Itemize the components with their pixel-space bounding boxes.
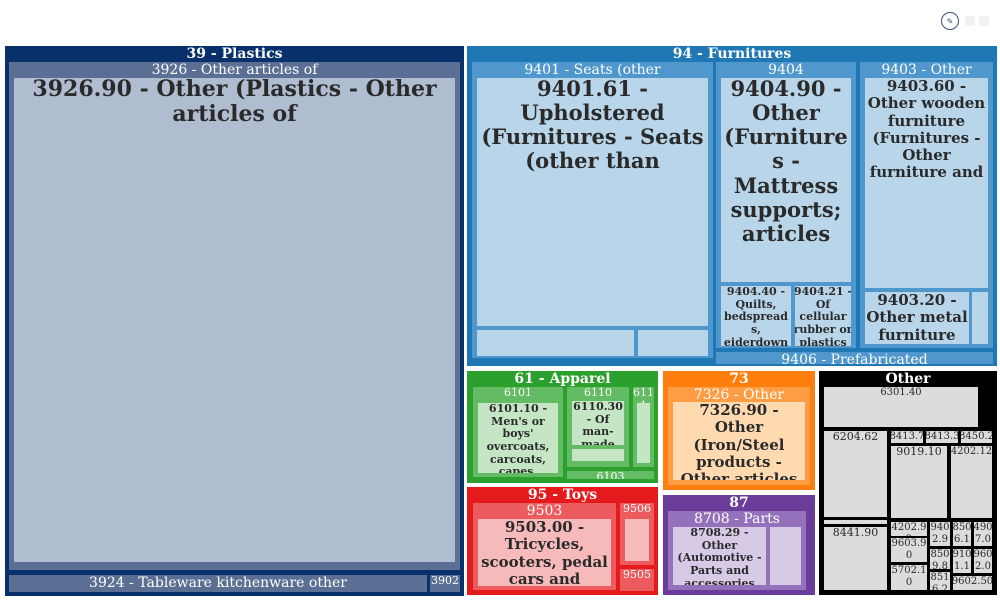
tile-label: 9406 - Prefabricated bbox=[781, 352, 928, 364]
treemap-tile[interactable]: 9402.9 bbox=[930, 522, 950, 546]
tile-label: 8450.2 bbox=[961, 431, 992, 442]
tile-label: 8413.7 bbox=[891, 431, 923, 442]
tile-label: 7326 - Other bbox=[693, 387, 785, 403]
tile-label: 6301.40 bbox=[880, 387, 922, 398]
treemap-tile[interactable]: 6301.40 bbox=[824, 387, 978, 427]
tile-label: 9403.20 - Other metal furniture (Furnitu… bbox=[866, 292, 968, 344]
treemap-tile[interactable]: 9602.50 bbox=[953, 576, 992, 590]
treemap-tile[interactable]: 9403.60 - Other wooden furniture (Furnit… bbox=[865, 78, 988, 288]
tile-label: 6101 bbox=[504, 387, 532, 399]
tile-label: 8708.29 - Other (Automotive - Parts and … bbox=[677, 527, 762, 585]
tile-label: 3924 - Tableware kitchenware other bbox=[89, 575, 347, 591]
treemap-tile[interactable]: 9406 - Prefabricated bbox=[716, 352, 993, 364]
treemap-tile[interactable] bbox=[572, 449, 624, 461]
tile-label: 6204.62 bbox=[832, 431, 879, 443]
treemap-tile[interactable]: 6204.62 bbox=[824, 431, 887, 517]
tile-label: 9503.00 - Tricycles, scooters, pedal car… bbox=[481, 519, 608, 586]
treemap-tile[interactable]: 8413.7 bbox=[891, 431, 923, 443]
treemap-tile[interactable] bbox=[625, 519, 649, 561]
treemap-tile[interactable]: 9401.61 - Upholstered (Furnitures - Seat… bbox=[477, 78, 708, 326]
tile-label: 73 bbox=[729, 371, 749, 387]
tile-label: 9019.10 bbox=[896, 446, 942, 458]
treemap-tile[interactable] bbox=[477, 330, 634, 356]
treemap-tile[interactable]: 9505 bbox=[620, 569, 654, 591]
tile-label: 8509.8 bbox=[930, 549, 950, 569]
tile-label: 4907.0 bbox=[974, 522, 992, 545]
tile-label: 87 bbox=[729, 495, 749, 511]
tile-label: 9404 bbox=[768, 62, 804, 78]
tile-label: 95 - Toys bbox=[527, 487, 598, 503]
tile-label: 3926.90 - Other (Plastics - Other articl… bbox=[32, 78, 437, 128]
tile-label: 6101.10 - Men's or boys' overcoats, carc… bbox=[486, 403, 550, 473]
treemap-tile[interactable]: 3924 - Tableware kitchenware other bbox=[9, 575, 427, 592]
tile-label: 4202.92 bbox=[891, 522, 927, 536]
treemap-tile[interactable]: 6101.10 - Men's or boys' overcoats, carc… bbox=[478, 403, 558, 473]
tile-label: Other bbox=[885, 371, 931, 387]
tile-label: 8506.1 bbox=[953, 522, 971, 545]
tile-label: 9401.61 - Upholstered (Furnitures - Seat… bbox=[481, 78, 704, 174]
tile-label: 61 - Apparel bbox=[514, 371, 611, 387]
treemap: 39 - Plastics 61 - Apparel 73 87 94 - Furnit… bbox=[0, 0, 1000, 600]
treemap-tile[interactable]: 8441.90 bbox=[824, 527, 887, 590]
treemap-tile[interactable]: 5702.10 bbox=[891, 565, 927, 590]
tile-label: 9101.1 bbox=[953, 549, 971, 572]
treemap-tile[interactable]: 9403.20 - Other metal furniture (Furnitu… bbox=[865, 292, 969, 344]
tile-label: 9503 bbox=[526, 503, 563, 519]
tile-label: 9505 bbox=[623, 569, 651, 581]
tile-label: 9404.90 - Other (Furnitures - Mattress s… bbox=[724, 78, 848, 246]
treemap-tile[interactable]: 4202.92 bbox=[891, 522, 927, 536]
treemap-tile[interactable] bbox=[637, 403, 650, 463]
tile-label: 9506 bbox=[623, 503, 651, 515]
treemap-tile[interactable]: 8506.1 bbox=[953, 522, 971, 546]
treemap-tile[interactable]: 8413.3 bbox=[926, 431, 958, 443]
treemap-tile[interactable]: 9404.40 - Quilts, bedspreads, eiderdowns… bbox=[721, 286, 791, 346]
treemap-tile[interactable]: 9602.0 bbox=[974, 549, 992, 573]
treemap-tile[interactable]: 9101.1 bbox=[953, 549, 971, 573]
treemap-tile[interactable]: 4907.0 bbox=[974, 522, 992, 546]
tile-label: 5702.10 bbox=[891, 565, 927, 588]
tile-label: 6110.30 - Of man-made fibers bbox=[573, 401, 623, 445]
treemap-tile[interactable]: 8516.2 bbox=[930, 572, 950, 590]
tile-label: 9602.0 bbox=[974, 549, 992, 572]
treemap-tile[interactable]: 9503.00 - Tricycles, scooters, pedal car… bbox=[478, 519, 611, 586]
tile-label: 9404.40 - Quilts, bedspreads, eiderdowns… bbox=[723, 286, 789, 346]
other-divider bbox=[824, 520, 887, 524]
tile-label: 6103 bbox=[596, 471, 625, 479]
tile-label: 9403.60 - Other wooden furniture (Furnit… bbox=[867, 78, 986, 182]
treemap-tile[interactable]: 9603.90 bbox=[891, 538, 927, 562]
tile-label: 9603.90 bbox=[891, 538, 927, 561]
tile-label: 8516.2 bbox=[930, 572, 950, 590]
treemap-tile[interactable]: 8450.2 bbox=[961, 431, 992, 443]
tile-label: 3902 bbox=[431, 575, 459, 587]
treemap-tile[interactable]: 4202.12 bbox=[951, 446, 992, 518]
treemap-tile[interactable]: 9404.21 - Of cellular rubber or plastics bbox=[795, 286, 851, 346]
tile-label: 8413.3 bbox=[926, 431, 958, 442]
treemap-tile[interactable]: 8509.8 bbox=[930, 549, 950, 569]
tile-label: 9602.50 bbox=[953, 576, 992, 587]
treemap-tile[interactable] bbox=[972, 292, 988, 344]
tile-label: 9404.21 - Of cellular rubber or plastics bbox=[795, 286, 851, 346]
treemap-tile[interactable]: 8708.29 - Other (Automotive - Parts and … bbox=[673, 527, 766, 585]
treemap-tile[interactable] bbox=[638, 330, 708, 356]
tile-label: 8708 - Parts bbox=[694, 511, 780, 527]
tile-label: 4202.12 bbox=[951, 446, 992, 457]
tile-label: 39 - Plastics bbox=[186, 46, 283, 62]
treemap-tile[interactable]: 3926.90 - Other (Plastics - Other articl… bbox=[14, 78, 455, 562]
tile-label: 9403 - Other bbox=[881, 62, 972, 78]
treemap-tile[interactable]: 6110.30 - Of man-made fibers bbox=[572, 401, 624, 445]
tile-label: 94 - Furnitures bbox=[672, 46, 792, 62]
treemap-tile[interactable]: 3902 bbox=[430, 575, 460, 592]
tile-label: 6110 bbox=[584, 387, 612, 399]
treemap-tile[interactable]: 7326.90 - Other (Iron/Steel products - O… bbox=[673, 402, 805, 480]
tile-label: 9401 - Seats (other bbox=[524, 62, 661, 78]
tile-label: 7326.90 - Other (Iron/Steel products - O… bbox=[680, 402, 798, 480]
tile-label: 9402.9 bbox=[930, 522, 950, 545]
treemap-tile[interactable]: 9019.10 bbox=[891, 446, 947, 518]
treemap-tile[interactable]: 9404.90 - Other (Furnitures - Mattress s… bbox=[721, 78, 851, 282]
tile-label: 3926 - Other articles of bbox=[151, 62, 318, 78]
treemap-tile[interactable] bbox=[770, 527, 801, 585]
tile-label: 8441.90 bbox=[832, 527, 879, 539]
treemap-tile[interactable]: 6103 bbox=[567, 471, 654, 479]
